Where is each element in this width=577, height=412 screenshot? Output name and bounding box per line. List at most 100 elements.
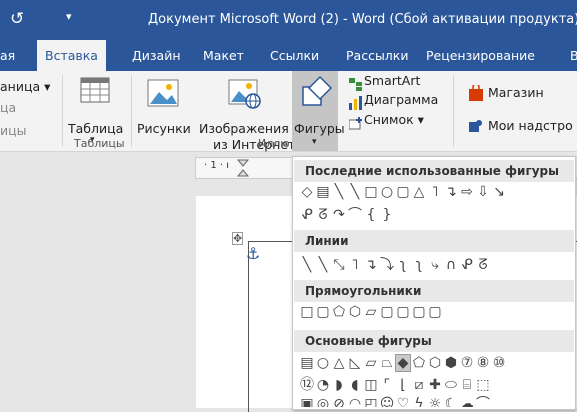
freeform-shape-icon[interactable]: ᕵ [459,257,475,273]
right-triangle-shape-icon[interactable]: ◺ [347,355,363,371]
diamond-shape-icon[interactable]: ◇ [299,184,315,200]
my-addins-icon[interactable] [469,118,483,137]
rectangle-shape-icon[interactable]: □ [299,304,315,320]
textbox-shape-icon[interactable]: ▤ [299,355,315,371]
smartart-button[interactable]: SmartArt [364,73,420,88]
round-same-side-rectangle-shape-icon[interactable]: ▢ [411,304,427,320]
rounded-rectangle-shape-icon[interactable]: ▢ [315,304,331,320]
chart-icon[interactable] [349,95,363,114]
snip-round-rectangle-shape-icon[interactable]: ▢ [379,304,395,320]
tab-insert[interactable]: Вставка [37,40,106,71]
store-button[interactable]: Магазин [488,85,544,100]
line-shape-icon[interactable]: ╲ [299,257,315,273]
arrow-line-shape-icon[interactable]: ╲ [315,257,331,273]
rectangle-shape-icon[interactable]: □ [363,184,379,200]
my-addins-button[interactable]: Мои надстро [488,118,573,133]
table-move-handle-icon[interactable]: ✥ [232,232,244,245]
freeform-shape-icon[interactable]: ᘔ [315,207,331,223]
donut-shape-icon[interactable]: ◎ [315,396,331,407]
page-break-button[interactable]: аница ▾ [0,79,50,94]
more-shape-icon[interactable]: ↘ [491,184,507,200]
l-shape-icon[interactable]: ⌊ [395,377,411,393]
store-icon[interactable] [469,83,483,105]
tab-design[interactable]: Дизайн [132,40,181,71]
right-arrow-shape-icon[interactable]: ⇨ [459,184,475,200]
left-brace-shape-icon[interactable]: { [363,207,379,223]
heptagon-shape-icon[interactable]: ⬢ [443,355,459,371]
no-symbol-shape-icon[interactable]: ⊘ [331,396,347,407]
curved-connector-shape-icon[interactable]: ʅ [395,257,411,273]
elbow-double-arrow-shape-icon[interactable]: ⤵ [379,254,395,274]
curved-arrow-connector-shape-icon[interactable]: ʅ [411,257,427,273]
table-icon[interactable] [80,77,110,107]
triangle-shape-icon[interactable]: △ [411,184,427,200]
tab-home-partial[interactable]: ая [0,40,15,71]
frame-shape-icon[interactable]: ◫ [363,377,379,393]
lightning-shape-icon[interactable]: ϟ [411,396,427,407]
block-arc-shape-icon[interactable]: ◠ [347,396,363,407]
moon-shape-icon[interactable]: ☾ [443,396,459,407]
online-pictures-icon[interactable] [228,79,262,113]
arc-shape-icon[interactable]: ⌒ [475,393,491,407]
snip-corner-rectangle-shape-icon[interactable]: ⬠ [331,304,347,320]
octagon-8-shape-icon[interactable]: ⑧ [475,355,491,371]
diagonal-stripe-shape-icon[interactable]: ⧄ [411,377,427,393]
tab-references[interactable]: Ссылки [270,40,319,71]
undo-icon[interactable]: ↺ [10,9,24,29]
double-arrow-line-shape-icon[interactable]: ⤡ [331,257,347,273]
cloud-shape-icon[interactable]: ☁ [459,396,475,407]
snip-corners-rectangle-shape-icon[interactable]: ⬡ [347,304,363,320]
curve-shape-icon[interactable]: ∩ [443,257,459,273]
half-frame-shape-icon[interactable]: ⌜ [379,377,395,393]
tab-mailings[interactable]: Рассылки [346,40,408,71]
can-shape-icon[interactable]: ⌸ [459,377,475,393]
triangle-shape-icon[interactable]: △ [331,355,347,371]
cross-shape-icon[interactable]: ✚ [427,377,443,393]
diamond-shape-icon[interactable]: ◆ [395,354,411,372]
rounded-rectangle-shape-icon[interactable]: ▢ [395,184,411,200]
right-brace-shape-icon[interactable]: } [379,207,395,223]
smartart-icon[interactable] [349,76,363,95]
line-shape-icon[interactable]: ╲ [331,184,347,200]
trapezoid-shape-icon[interactable]: ⏢ [379,355,395,371]
shapes-button[interactable]: Фигуры ▾ [292,71,345,151]
bevel-shape-icon[interactable]: ▣ [299,396,315,407]
elbow-arrow-connector-shape-icon[interactable]: ↴ [443,184,459,200]
parallelogram-shape-icon[interactable]: ▱ [363,355,379,371]
chord-shape-icon[interactable]: ◗ [331,377,347,393]
table-button-label[interactable]: Таблица [68,121,123,136]
pie-shape-icon[interactable]: ◔ [315,377,331,393]
curved-shape-icon[interactable]: ᕵ [299,207,315,223]
down-arrow-shape-icon[interactable]: ⇩ [475,184,491,200]
curved-double-arrow-shape-icon[interactable]: ⤷ [427,257,443,273]
hexagon-shape-icon[interactable]: ⬡ [427,355,443,371]
round-corner-rectangle-shape-icon[interactable]: ▢ [395,304,411,320]
plaque-shape-icon[interactable]: ⬭ [443,377,459,393]
oval-shape-icon[interactable]: ○ [315,355,331,371]
textbox-shape-icon[interactable]: ▤ [315,184,331,200]
snip-diagonal-rectangle-shape-icon[interactable]: ▱ [363,304,379,320]
screenshot-icon[interactable] [348,115,363,134]
sun-shape-icon[interactable]: ☼ [427,396,443,407]
elbow-connector-shape-icon[interactable]: ˥ [427,184,443,200]
round-diagonal-rectangle-shape-icon[interactable]: ▢ [427,304,443,320]
scribble-shape-icon[interactable]: ᘔ [475,257,491,273]
heart-shape-icon[interactable]: ♡ [395,396,411,407]
chart-button[interactable]: Диаграмма [364,92,438,107]
smiley-shape-icon[interactable]: ☺ [379,396,395,407]
screenshot-button[interactable]: Снимок ▾ [364,112,424,127]
line-shape-icon[interactable]: ╲ [347,184,363,200]
oval-shape-icon[interactable]: ○ [379,184,395,200]
elbow-connector-shape-icon[interactable]: ˥ [347,257,363,273]
quick-access-dropdown-icon[interactable]: ▾ [66,10,72,23]
folded-corner-shape-icon[interactable]: ◰ [363,396,379,407]
arc-shape-icon[interactable]: ⌒ [347,204,363,224]
online-pictures-label-line1[interactable]: Изображения [199,121,289,136]
tab-layout[interactable]: Макет [203,40,244,71]
tab-view-partial[interactable]: В [570,40,577,71]
dodecagon-shape-icon[interactable]: ⑫ [299,374,315,394]
pictures-icon[interactable] [147,79,179,111]
elbow-arrow-connector-shape-icon[interactable]: ↴ [363,257,379,273]
teardrop-shape-icon[interactable]: ◖ [347,377,363,393]
octagon-7-shape-icon[interactable]: ⑦ [459,355,475,371]
